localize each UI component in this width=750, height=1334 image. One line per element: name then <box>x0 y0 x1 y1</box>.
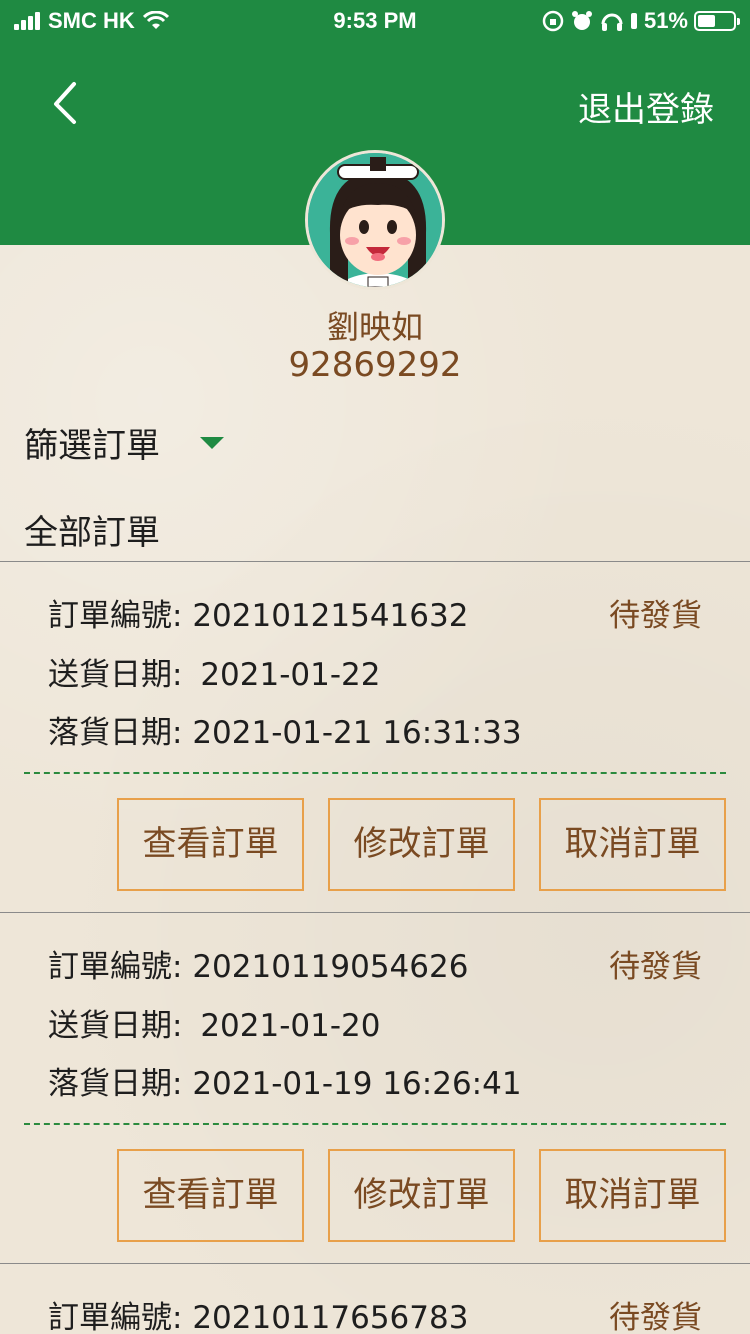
cancel-order-button[interactable]: 取消訂單 <box>539 1149 726 1242</box>
headphones-icon <box>601 13 623 31</box>
placed-date: 2021-01-19 16:26:41 <box>192 1066 522 1102</box>
battery-percent: 51% <box>643 8 688 33</box>
order-number-label: 訂單編號: <box>48 1300 183 1334</box>
delivery-date-label: 送貨日期: <box>48 657 183 693</box>
order-number-label: 訂單編號: <box>48 949 183 985</box>
order-card: 訂單編號: 20210117656783 待發貨 <box>0 1264 750 1334</box>
status-right: 51% <box>542 8 740 34</box>
order-number-row: 訂單編號: 20210117656783 <box>48 1292 468 1334</box>
order-status: 待發貨 <box>609 949 702 985</box>
delivery-date-label: 送貨日期: <box>48 1008 183 1044</box>
order-number: 20210117656783 <box>192 1300 469 1334</box>
dashed-divider <box>24 1123 726 1125</box>
order-card: 訂單編號: 20210121541632 待發貨 送貨日期: 2021-01-2… <box>0 562 750 912</box>
delivery-date: 2021-01-20 <box>200 1008 381 1044</box>
filter-selected-value: 全部訂單 <box>24 513 160 553</box>
order-number: 20210121541632 <box>192 598 469 634</box>
placed-date-label: 落貨日期: <box>48 1066 183 1102</box>
avatar <box>305 150 445 290</box>
alarm-icon <box>571 11 592 30</box>
edit-order-button[interactable]: 修改訂單 <box>328 1149 515 1242</box>
logout-button[interactable]: 退出登錄 <box>578 82 714 131</box>
user-phone: 92869292 <box>288 345 462 385</box>
placed-date: 2021-01-21 16:31:33 <box>192 715 522 751</box>
status-bar: SMC HK 9:53 PM 51% <box>0 0 750 40</box>
user-name: 劉映如 <box>326 308 423 346</box>
order-card: 訂單編號: 20210119054626 待發貨 送貨日期: 2021-01-2… <box>0 913 750 1263</box>
order-number-row: 訂單編號: 20210119054626 <box>48 941 468 986</box>
order-number-label: 訂單編號: <box>48 598 183 634</box>
edit-order-button[interactable]: 修改訂單 <box>328 798 515 891</box>
placed-date-row: 落貨日期: 2021-01-21 16:31:33 <box>48 707 522 752</box>
placed-date-row: 落貨日期: 2021-01-19 16:26:41 <box>48 1058 522 1103</box>
filter-label: 篩選訂單 <box>24 426 160 466</box>
delivery-date: 2021-01-22 <box>200 657 381 693</box>
battery-level <box>698 15 716 27</box>
view-order-button[interactable]: 查看訂單 <box>117 1149 304 1242</box>
chevron-left-icon[interactable] <box>40 78 88 126</box>
placed-date-label: 落貨日期: <box>48 715 183 751</box>
dashed-divider <box>24 772 726 774</box>
view-order-button[interactable]: 查看訂單 <box>117 798 304 891</box>
filter-dropdown[interactable]: 篩選訂單 <box>24 418 224 467</box>
rotation-lock-icon <box>542 10 564 32</box>
lock-icon <box>630 13 637 29</box>
order-number-row: 訂單編號: 20210121541632 <box>48 590 468 635</box>
avatar-illustration <box>308 153 442 287</box>
delivery-date-row: 送貨日期: 2021-01-20 <box>48 1000 380 1045</box>
caret-down-icon <box>200 436 224 449</box>
battery-icon <box>694 11 740 31</box>
delivery-date-row: 送貨日期: 2021-01-22 <box>48 649 380 694</box>
order-status: 待發貨 <box>609 598 702 634</box>
order-number: 20210119054626 <box>192 949 469 985</box>
order-status: 待發貨 <box>609 1300 702 1334</box>
cancel-order-button[interactable]: 取消訂單 <box>539 798 726 891</box>
